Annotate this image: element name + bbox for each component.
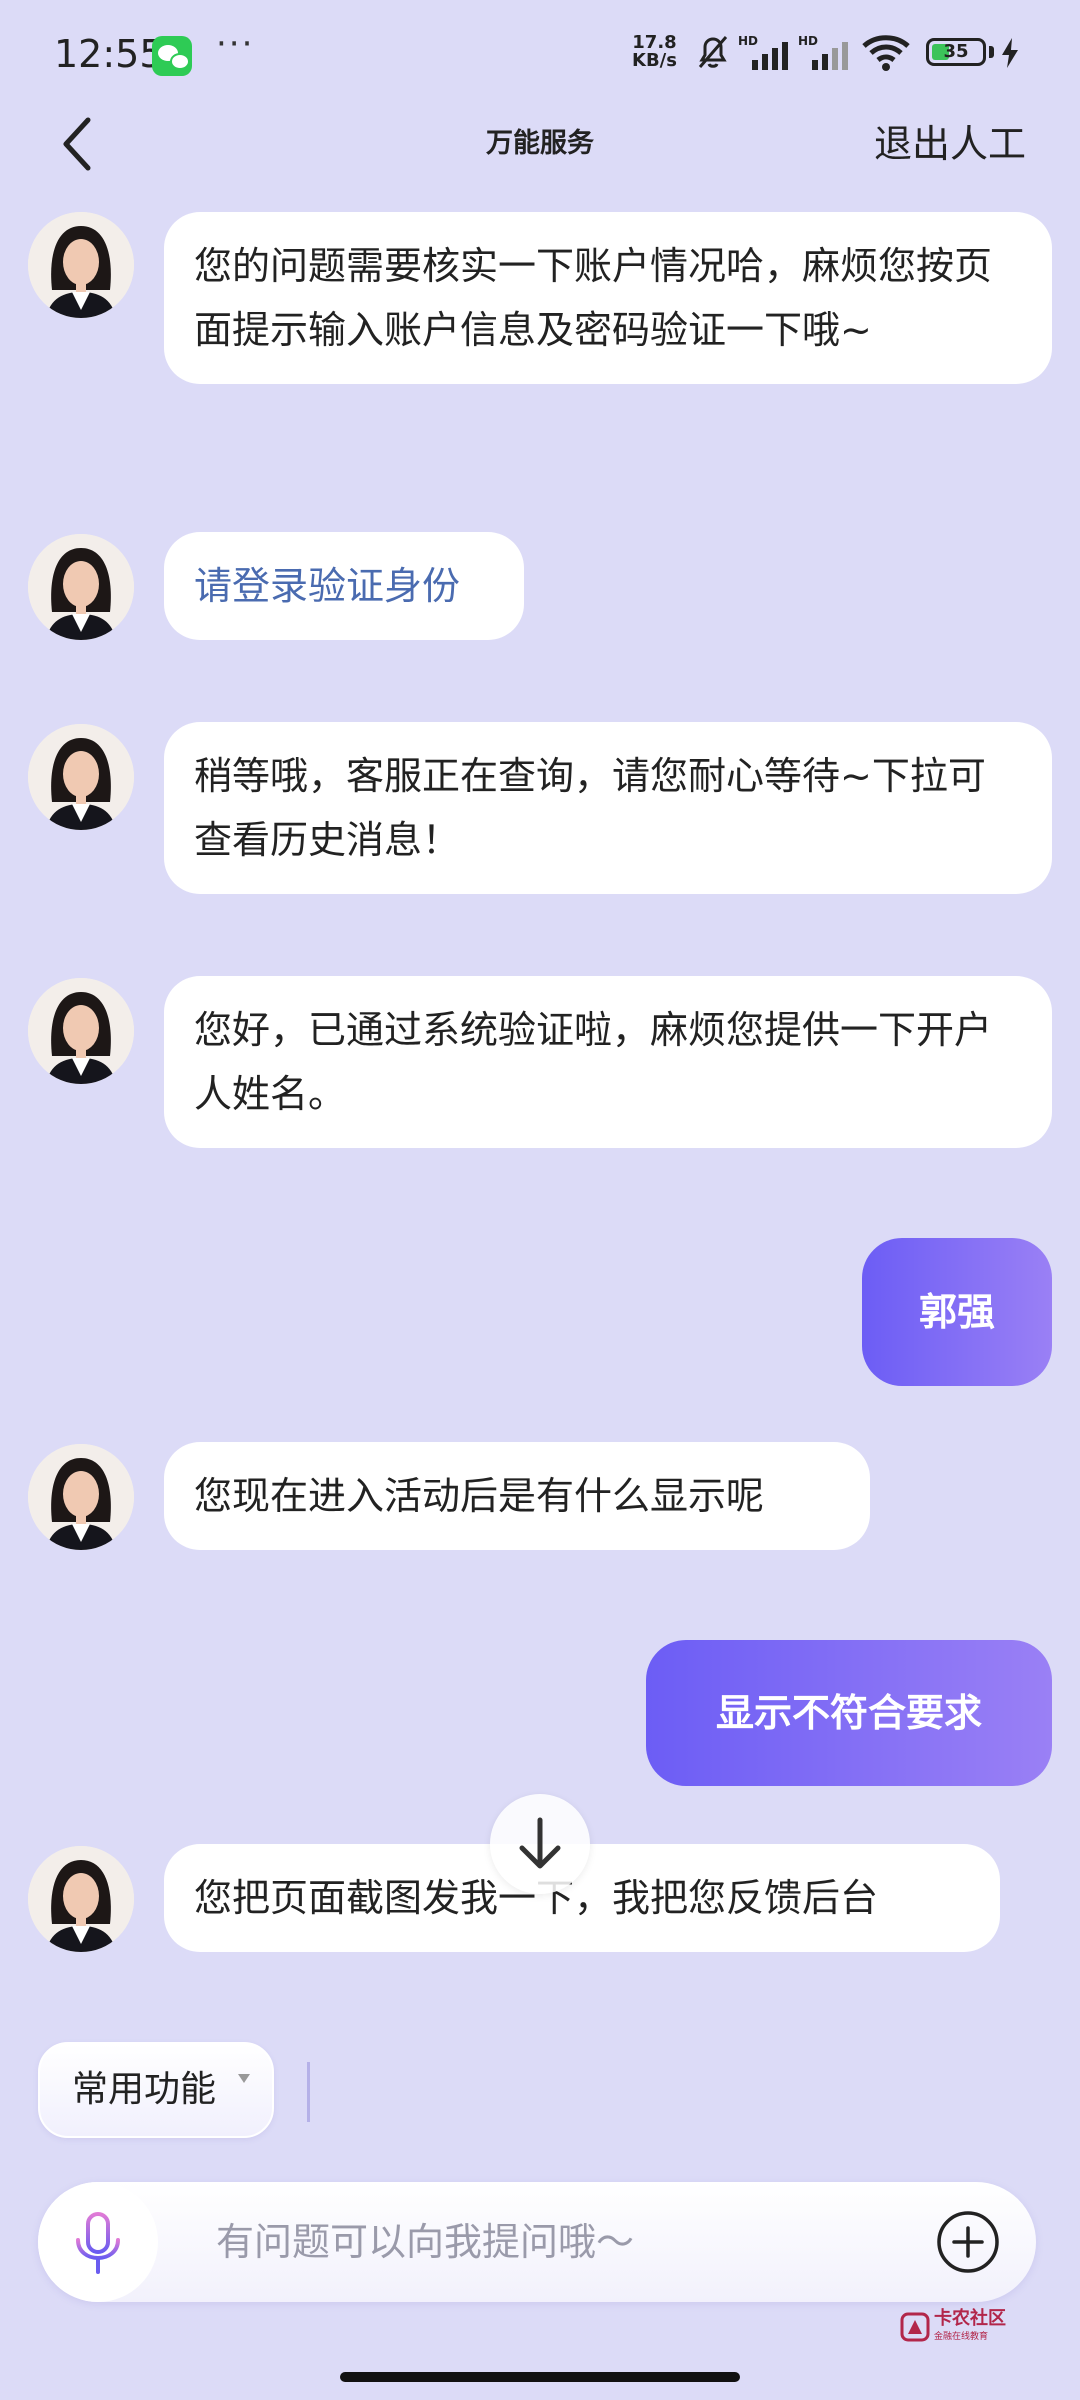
- agent-avatar: [28, 534, 134, 640]
- home-indicator[interactable]: [340, 2372, 740, 2382]
- agent-avatar: [28, 212, 134, 318]
- caret-down-icon: [238, 2074, 250, 2083]
- agent-avatar-image: [28, 534, 134, 640]
- agent-avatar: [28, 1846, 134, 1952]
- arrow-down-icon: [519, 1817, 561, 1869]
- wifi-icon: [862, 35, 910, 71]
- agent-message-bubble: 您的问题需要核实一下账户情况哈，麻烦您按页面提示输入账户信息及密码验证一下哦~: [164, 212, 1052, 384]
- watermark-subtitle: 金融在线教育: [934, 2332, 989, 2342]
- scroll-to-bottom-button[interactable]: [490, 1794, 590, 1894]
- signal-strength-icon: HD: [738, 34, 790, 72]
- battery-cap: [989, 46, 994, 58]
- microphone-icon: [76, 2212, 120, 2274]
- network-speed: 17.8 KB/s: [632, 34, 677, 70]
- exit-human-service-button[interactable]: 退出人工: [836, 116, 1026, 172]
- kanong-logo-icon: [900, 2312, 930, 2342]
- page-title: 万能服务: [486, 128, 594, 159]
- user-message-bubble: 显示不符合要求: [646, 1640, 1052, 1786]
- voice-input-button[interactable]: [38, 2182, 158, 2302]
- agent-message-bubble: 您好，已通过系统验证啦，麻烦您提供一下开户人姓名。: [164, 976, 1052, 1148]
- agent-avatar-image: [28, 212, 134, 318]
- status-time: 12:55: [54, 32, 164, 76]
- agent-avatar: [28, 978, 134, 1084]
- agent-message-bubble: 您现在进入活动后是有什么显示呢: [164, 1442, 870, 1550]
- agent-message-bubble: 稍等哦，客服正在查询，请您耐心等待~下拉可查看历史消息！: [164, 722, 1052, 894]
- network-speed-unit: KB/s: [632, 50, 677, 71]
- common-functions-label: 常用功能: [72, 2069, 217, 2110]
- battery-level: 35: [943, 41, 969, 62]
- agent-avatar: [28, 1444, 134, 1550]
- agent-avatar-image: [28, 1444, 134, 1550]
- more-notifications-indicator: ···: [216, 24, 255, 64]
- agent-avatar-image: [28, 724, 134, 830]
- agent-avatar-image: [28, 978, 134, 1084]
- bell-muted-icon: [698, 36, 728, 68]
- user-message-bubble: 郭强: [862, 1238, 1052, 1386]
- agent-avatar: [28, 724, 134, 830]
- common-functions-button[interactable]: 常用功能: [38, 2042, 274, 2138]
- agent-avatar-image: [28, 1846, 134, 1952]
- wechat-notification-icon: [152, 36, 192, 76]
- message-input-bar[interactable]: 有问题可以向我提问哦～: [38, 2182, 1036, 2302]
- plus-circle-icon[interactable]: [936, 2210, 1000, 2274]
- login-verify-link[interactable]: 请登录验证身份: [164, 532, 524, 640]
- battery-indicator: 35: [926, 38, 986, 66]
- signal-strength-2-icon: HD: [798, 34, 850, 72]
- back-arrow-icon[interactable]: [50, 112, 106, 176]
- watermark-title: 卡农社区: [934, 2308, 1006, 2329]
- charging-bolt-icon: [1002, 38, 1018, 68]
- message-input-placeholder[interactable]: 有问题可以向我提问哦～: [216, 2212, 634, 2272]
- watermark: 卡农社区 金融在线教育: [900, 2308, 1030, 2348]
- toolbar-divider: [307, 2062, 310, 2122]
